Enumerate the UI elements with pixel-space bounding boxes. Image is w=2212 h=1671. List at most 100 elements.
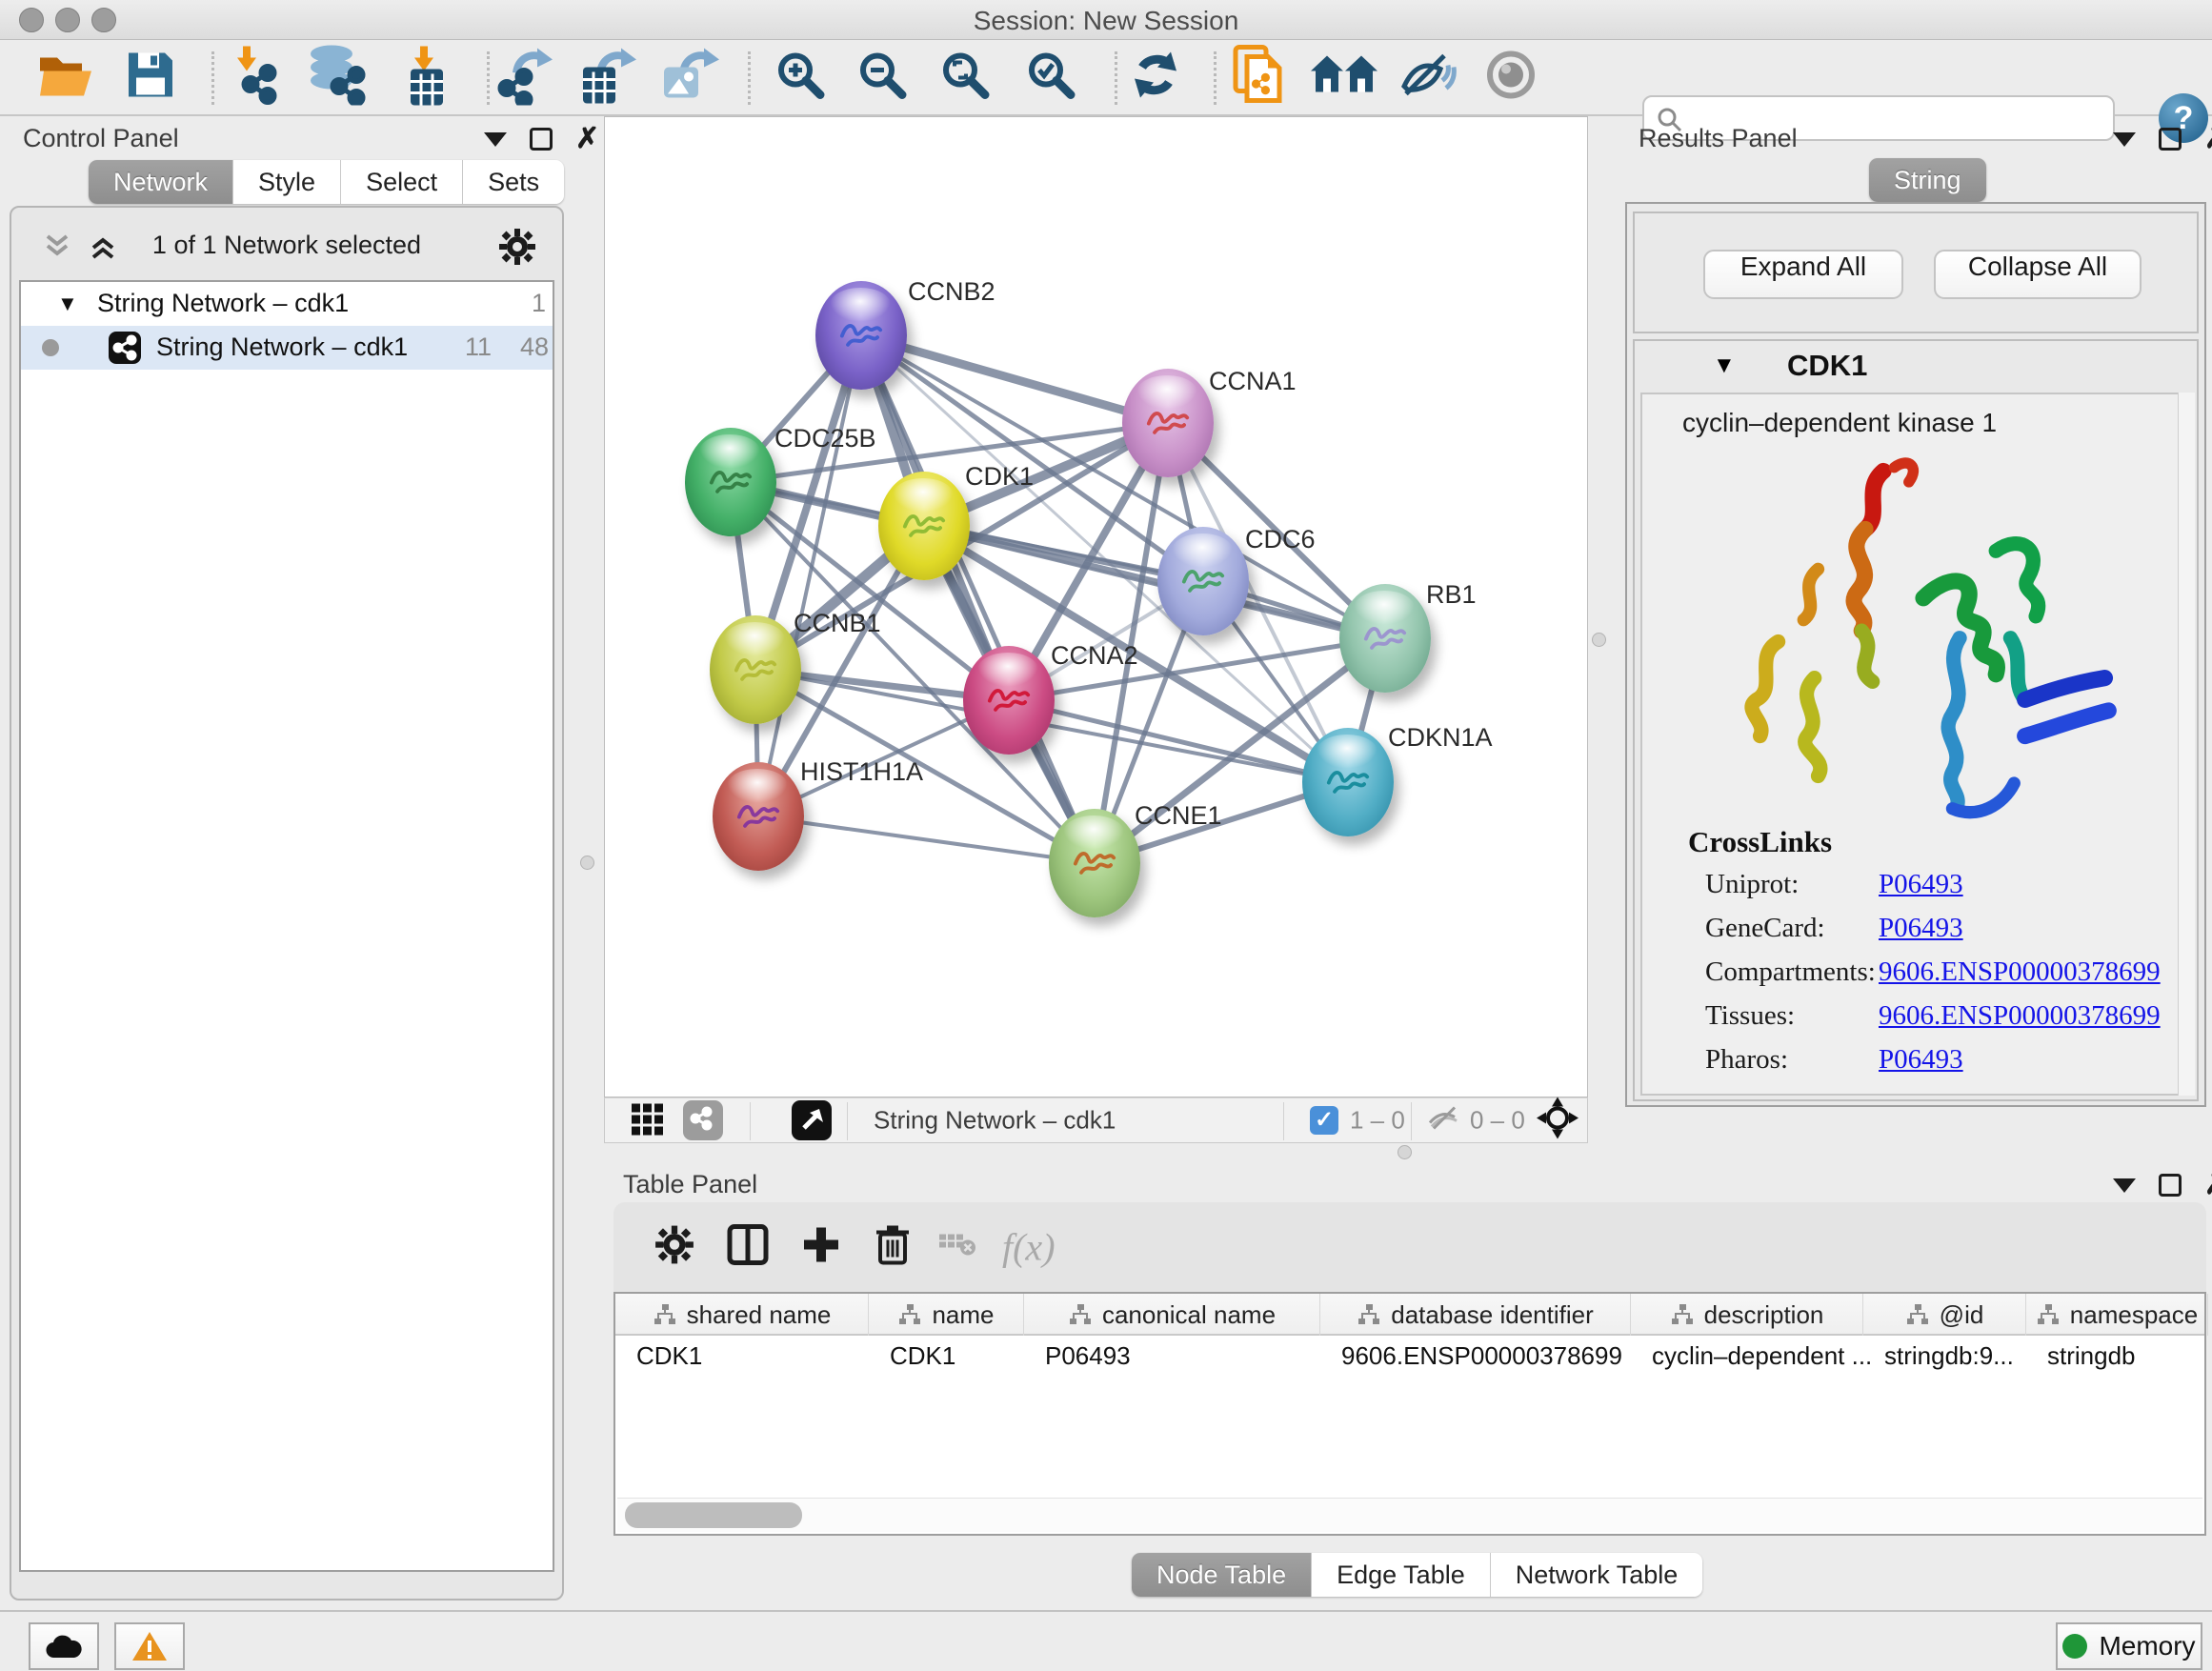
node-HIST1H1A[interactable] [713, 762, 804, 871]
table-panel-maximize-icon[interactable] [2159, 1174, 2182, 1197]
bottom-splitter-handle[interactable] [1398, 1145, 1412, 1159]
node-CDC25B[interactable] [685, 428, 776, 536]
control-panel-maximize-icon[interactable] [530, 128, 553, 151]
zoom-in-button[interactable] [774, 50, 826, 106]
table-cell[interactable]: 9606.ENSP00000378699 [1341, 1341, 1622, 1371]
table-panel-close-icon[interactable]: ✗ [2204, 1174, 2212, 1197]
memory-button[interactable]: Memory [2056, 1622, 2202, 1670]
warnings-button[interactable] [114, 1622, 185, 1670]
results-scrollbar[interactable] [2178, 393, 2195, 1096]
right-splitter-handle[interactable] [1592, 633, 1606, 647]
create-column-plus-icon[interactable] [800, 1224, 842, 1271]
export-network-button[interactable] [495, 45, 554, 111]
edge-CDK1-RB1[interactable] [924, 526, 1385, 638]
node-RB1[interactable] [1339, 584, 1431, 693]
node-label-HIST1H1A: HIST1H1A [800, 757, 923, 787]
table-cell[interactable]: CDK1 [636, 1341, 702, 1371]
toolbar-separator [1214, 51, 1217, 105]
table-cell[interactable]: stringdb [2047, 1341, 2136, 1371]
delete-column-trash-icon[interactable] [873, 1223, 913, 1272]
network-selection-status: 1 of 1 Network selected [11, 231, 562, 260]
tab-string[interactable]: String [1869, 158, 1986, 202]
node-CCNA2[interactable] [963, 646, 1055, 755]
gene-collapse-icon[interactable]: ▼ [1713, 352, 1736, 379]
table-options-gear-icon[interactable] [654, 1224, 695, 1271]
node-CDK1[interactable] [878, 472, 970, 580]
network-collection-row[interactable]: ▼ String Network – cdk1 1 [21, 282, 553, 326]
results-panel-close-icon[interactable]: ✗ [2204, 128, 2212, 151]
results-panel-float-icon[interactable] [2113, 132, 2136, 147]
table-cell[interactable]: stringdb:9... [1884, 1341, 2014, 1371]
edge-HIST1H1A-CCNE1[interactable] [758, 816, 1095, 863]
left-splitter-handle[interactable] [580, 856, 594, 870]
column-header-namespace[interactable]: namespace [2026, 1294, 2208, 1336]
zoom-fit-button[interactable] [939, 50, 991, 106]
crosslink-link[interactable]: P06493 [1879, 869, 1963, 900]
node-CCNB2[interactable] [815, 281, 907, 390]
import-database-button[interactable] [305, 45, 372, 111]
crosslink-link[interactable]: P06493 [1879, 913, 1963, 944]
table-cell[interactable]: cyclin–dependent ... [1652, 1341, 1872, 1371]
tab-sets[interactable]: Sets [463, 160, 564, 204]
network-options-gear-icon[interactable] [497, 227, 537, 267]
control-panel-tabs: NetworkStyleSelectSets [89, 160, 564, 204]
network-canvas[interactable]: CCNB2 CCNA1 CDC25B CDK1 CDC6 RB1 CCNB1 [604, 116, 1588, 1097]
column-header-@id[interactable]: @id [1863, 1294, 2026, 1336]
crosslink-row: Tissues:9606.ENSP00000378699 [1705, 1000, 2182, 1044]
copy-document-button[interactable] [1232, 44, 1287, 111]
network-share-icon[interactable] [683, 1100, 723, 1140]
crosslink-link[interactable]: P06493 [1879, 1044, 1963, 1076]
crosslink-link[interactable]: 9606.ENSP00000378699 [1879, 1000, 2161, 1032]
node-CCNA1[interactable] [1122, 369, 1214, 477]
column-header-description[interactable]: description [1631, 1294, 1863, 1336]
import-network-button[interactable] [230, 45, 287, 111]
table-panel-float-icon[interactable] [2113, 1178, 2136, 1193]
open-session-button[interactable] [38, 50, 95, 105]
column-header-database-identifier[interactable]: database identifier [1320, 1294, 1631, 1336]
export-image-button[interactable] [660, 45, 719, 111]
table-cell[interactable]: CDK1 [890, 1341, 955, 1371]
hide-selected-button[interactable] [1398, 49, 1458, 107]
cloud-button[interactable] [29, 1622, 99, 1670]
import-table-button[interactable] [399, 45, 452, 111]
column-header-shared-name[interactable]: shared name [615, 1294, 869, 1336]
zoom-selected-button[interactable] [1025, 50, 1076, 106]
gene-section-header[interactable]: ▼ CDK1 [1635, 341, 2197, 391]
node-CDKN1A[interactable] [1302, 728, 1394, 836]
tab-style[interactable]: Style [233, 160, 341, 204]
node-CCNE1[interactable] [1049, 809, 1140, 917]
tab-select[interactable]: Select [341, 160, 463, 204]
network-row-selected[interactable]: String Network – cdk1 11 48 [21, 326, 553, 370]
table-cell[interactable]: P06493 [1045, 1341, 1131, 1371]
save-session-button[interactable] [125, 50, 176, 106]
column-header-name[interactable]: name [869, 1294, 1024, 1336]
tab-edge-table[interactable]: Edge Table [1312, 1553, 1491, 1597]
show-all-button[interactable] [1483, 49, 1538, 107]
edge-CCNB2-HIST1H1A[interactable] [758, 335, 861, 816]
selected-checkbox-icon[interactable]: ✓ [1310, 1106, 1338, 1135]
birds-eye-view-icon[interactable] [1537, 1097, 1579, 1144]
table-horizontal-scrollbar[interactable] [617, 1498, 2202, 1532]
table-scrollbar-thumb[interactable] [625, 1502, 802, 1528]
first-neighbors-button[interactable] [1311, 49, 1377, 107]
tab-network-table[interactable]: Network Table [1491, 1553, 1703, 1597]
export-table-button[interactable] [577, 45, 636, 111]
control-panel-float-icon[interactable] [484, 132, 507, 147]
results-panel-maximize-icon[interactable] [2159, 128, 2182, 151]
tree-expand-icon[interactable]: ▼ [57, 292, 78, 316]
crosslink-link[interactable]: 9606.ENSP00000378699 [1879, 956, 2161, 988]
node-CCNB1[interactable] [710, 615, 801, 724]
tab-network[interactable]: Network [89, 160, 233, 204]
node-CDC6[interactable] [1157, 527, 1249, 635]
crosslink-row: Pharos:P06493 [1705, 1044, 2182, 1088]
zoom-out-button[interactable] [856, 50, 908, 106]
collapse-all-button[interactable]: Collapse All [1934, 250, 2142, 299]
tab-node-table[interactable]: Node Table [1132, 1553, 1312, 1597]
show-columns-icon[interactable] [726, 1223, 770, 1272]
expand-all-button[interactable]: Expand All [1703, 250, 1903, 299]
grid-view-icon[interactable] [630, 1100, 666, 1141]
refresh-button[interactable] [1129, 49, 1182, 107]
control-panel-close-icon[interactable]: ✗ [575, 128, 599, 151]
column-header-canonical-name[interactable]: canonical name [1024, 1294, 1320, 1336]
open-in-new-icon[interactable] [792, 1100, 832, 1140]
